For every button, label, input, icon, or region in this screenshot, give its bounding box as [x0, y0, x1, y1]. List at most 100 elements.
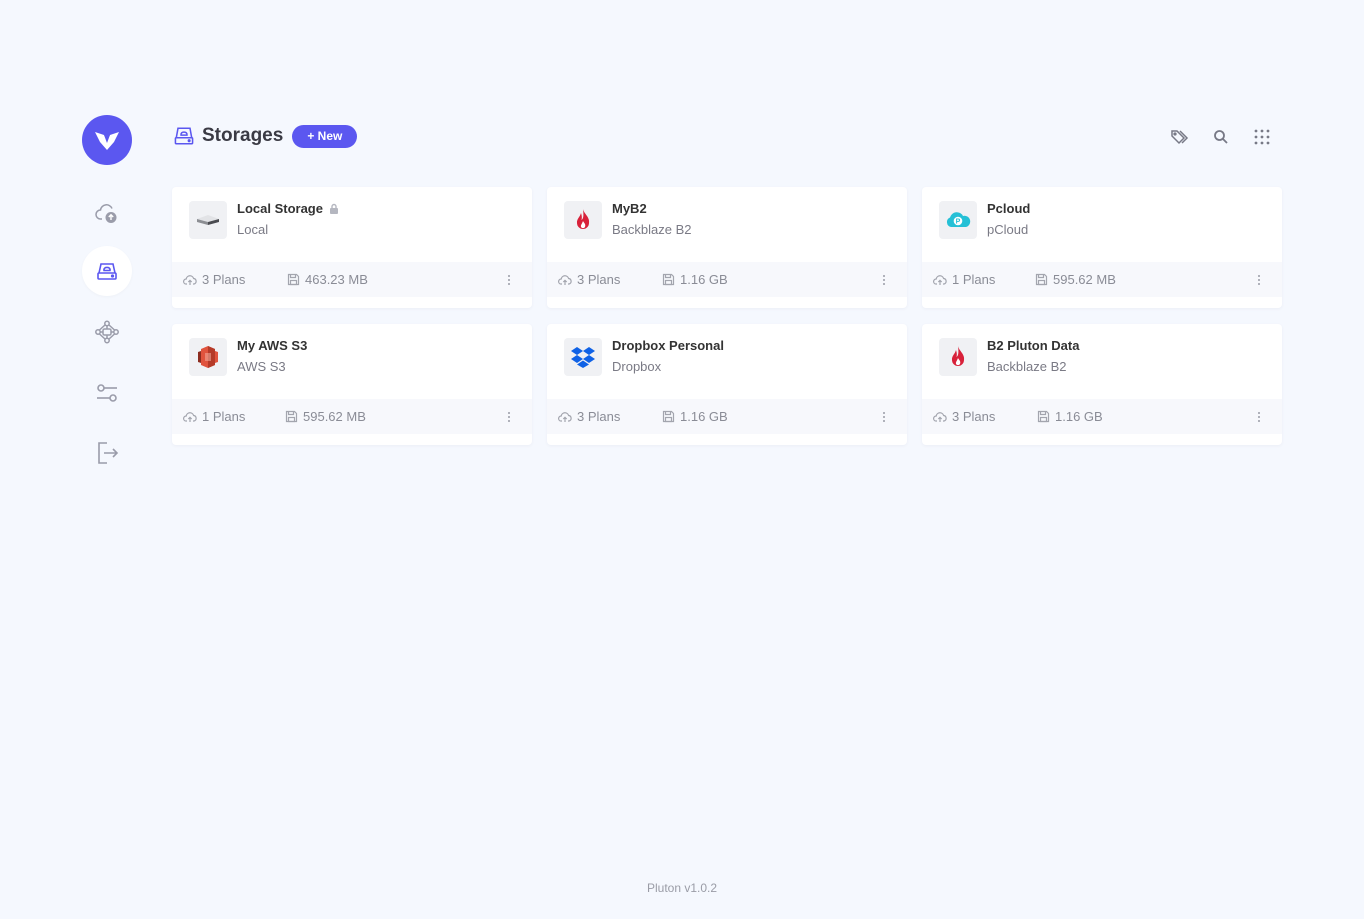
svg-text:P: P — [956, 219, 961, 226]
plans-count-text: 3 Plans — [202, 272, 246, 287]
storage-type: Backblaze B2 — [987, 359, 1067, 374]
cloud-upload-icon — [558, 411, 572, 422]
cloud-upload-icon — [95, 204, 117, 223]
disk-icon — [662, 410, 675, 423]
plans-count: 3 Plans — [558, 409, 620, 424]
disk-icon — [1037, 410, 1050, 423]
storage-card[interactable]: B2 Pluton Data Backblaze B2 3 Plans 1.16… — [922, 324, 1282, 445]
card-menu-button[interactable] — [1254, 272, 1264, 288]
title-wrap: Storages + New — [172, 124, 358, 148]
local-drive-icon — [197, 215, 219, 225]
card-footer: 3 Plans 463.23 MB — [172, 262, 532, 297]
disk-icon — [662, 273, 675, 286]
nav-storages[interactable] — [82, 246, 132, 296]
storage-size: 595.62 MB — [1035, 272, 1116, 287]
pluton-logo-icon — [95, 132, 119, 150]
nav-logout[interactable] — [82, 428, 132, 478]
disk-icon — [1035, 273, 1048, 286]
storage-name: Pcloud — [987, 201, 1031, 216]
storage-name: MyB2 — [612, 201, 647, 216]
pcloud-icon: P — [946, 212, 971, 227]
card-header: My AWS S3 AWS S3 — [172, 324, 532, 399]
disk-icon — [287, 273, 300, 286]
nav-settings[interactable] — [82, 368, 132, 418]
tags-icon — [1170, 129, 1188, 144]
card-footer: 1 Plans 595.62 MB — [172, 399, 532, 434]
storage-type: pCloud — [987, 222, 1029, 237]
storage-name: B2 Pluton Data — [987, 338, 1080, 353]
plans-count: 3 Plans — [558, 272, 620, 287]
storage-card[interactable]: MyB2 Backblaze B2 3 Plans 1.16 GB — [547, 187, 907, 308]
storage-type: Dropbox — [612, 359, 662, 374]
storage-card[interactable]: P Pcloud pCloud 1 Plans 595.62 MB — [922, 187, 1282, 308]
storage-drive-icon — [97, 263, 117, 280]
storage-type: Backblaze B2 — [612, 222, 692, 237]
storage-drive-icon — [174, 127, 194, 145]
storage-name: My AWS S3 — [237, 338, 308, 353]
storage-logo — [189, 201, 227, 239]
header-actions — [1169, 126, 1272, 147]
search-icon — [1213, 129, 1228, 144]
new-storage-button[interactable]: + New — [292, 124, 358, 148]
storage-size: 1.16 GB — [662, 409, 728, 424]
card-footer: 3 Plans 1.16 GB — [922, 399, 1282, 434]
card-footer: 3 Plans 1.16 GB — [547, 262, 907, 297]
search-button[interactable] — [1210, 126, 1231, 147]
plans-count: 3 Plans — [933, 409, 995, 424]
storage-card[interactable]: My AWS S3 AWS S3 1 Plans 595.62 MB — [172, 324, 532, 445]
storage-type: AWS S3 — [237, 359, 286, 374]
cloud-upload-icon — [183, 411, 197, 422]
storage-type: Local — [237, 222, 269, 237]
cloud-upload-icon — [933, 274, 947, 285]
storage-size-text: 595.62 MB — [1053, 272, 1116, 287]
storage-name: Local Storage — [237, 201, 323, 216]
card-footer: 1 Plans 595.62 MB — [922, 262, 1282, 297]
storage-size-text: 1.16 GB — [1055, 409, 1103, 424]
card-menu-button[interactable] — [504, 409, 514, 425]
grid-dots-icon — [1254, 129, 1269, 144]
aws-s3-icon — [198, 346, 218, 368]
logout-icon — [98, 442, 119, 464]
nav-backups[interactable] — [82, 188, 132, 238]
storage-size: 595.62 MB — [285, 409, 366, 424]
card-header: Dropbox Personal Dropbox — [547, 324, 907, 399]
plans-count-text: 1 Plans — [952, 272, 996, 287]
storage-logo — [564, 338, 602, 376]
network-icon — [95, 320, 119, 344]
card-menu-button[interactable] — [504, 272, 514, 288]
storage-name-wrap: B2 Pluton Data — [987, 338, 1079, 353]
plans-count: 3 Plans — [183, 272, 245, 287]
storage-name-wrap: Pcloud — [987, 201, 1030, 216]
cloud-upload-icon — [183, 274, 197, 285]
pluton-logo[interactable] — [82, 115, 132, 165]
page-header: Storages + New — [172, 124, 1282, 150]
storage-size-text: 463.23 MB — [305, 272, 368, 287]
storage-logo — [939, 338, 977, 376]
storage-logo: P — [939, 201, 977, 239]
apps-grid-button[interactable] — [1251, 126, 1272, 147]
card-menu-button[interactable] — [879, 409, 889, 425]
plans-count-text: 3 Plans — [952, 409, 996, 424]
storage-name-wrap: Local Storage — [237, 201, 339, 216]
storage-size: 1.16 GB — [1037, 409, 1103, 424]
storage-size-text: 595.62 MB — [303, 409, 366, 424]
plans-count: 1 Plans — [183, 409, 245, 424]
app: Storages + New Local Storage Local 3 Pla… — [0, 0, 1364, 919]
card-menu-button[interactable] — [879, 272, 889, 288]
app-version: Pluton v1.0.2 — [646, 881, 718, 895]
storage-card[interactable]: Dropbox Personal Dropbox 3 Plans 1.16 GB — [547, 324, 907, 445]
card-menu-button[interactable] — [1254, 409, 1264, 425]
card-header: P Pcloud pCloud — [922, 187, 1282, 262]
sidebar — [82, 115, 132, 464]
lock-icon — [329, 203, 338, 214]
tags-button[interactable] — [1169, 126, 1190, 147]
disk-icon — [285, 410, 298, 423]
plans-count: 1 Plans — [933, 272, 995, 287]
nav-devices[interactable] — [82, 307, 132, 357]
storage-name: Dropbox Personal — [612, 338, 724, 353]
storage-card[interactable]: Local Storage Local 3 Plans 463.23 MB — [172, 187, 532, 308]
dropbox-icon — [571, 347, 595, 368]
plans-count-text: 1 Plans — [202, 409, 246, 424]
storage-size-text: 1.16 GB — [680, 272, 728, 287]
plans-count-text: 3 Plans — [577, 272, 621, 287]
